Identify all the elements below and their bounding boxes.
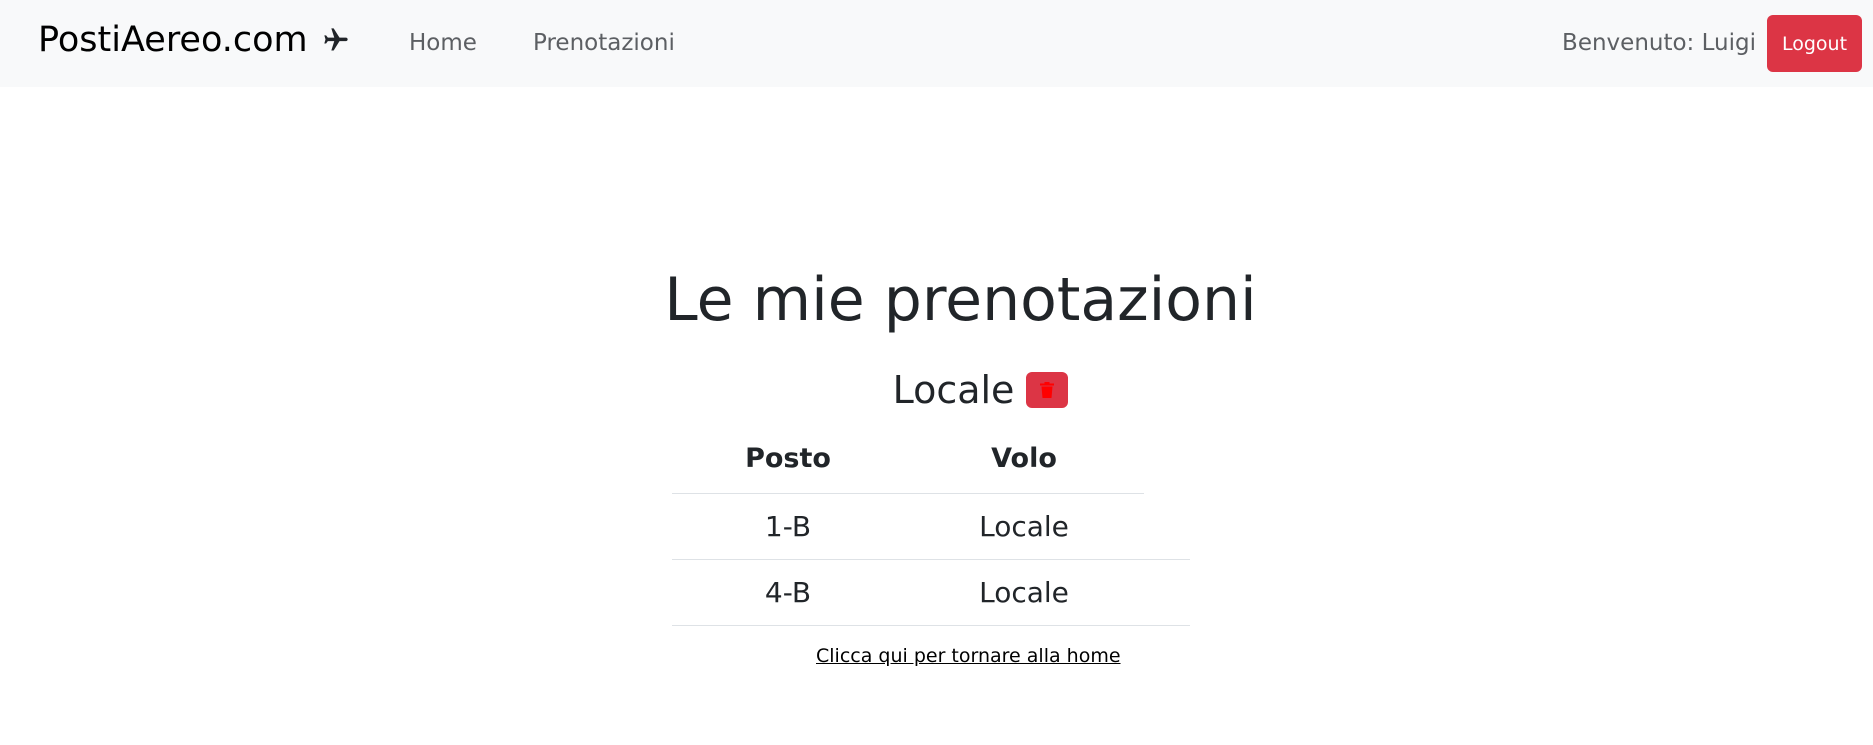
- airplane-icon: [323, 28, 348, 51]
- cell-posto: 4-B: [672, 559, 904, 626]
- cell-posto: 1-B: [672, 493, 904, 560]
- back-home-link[interactable]: Clicca qui per tornare alla home: [816, 645, 1121, 667]
- header-volo: Volo: [904, 425, 1144, 494]
- trash-icon: [1040, 382, 1055, 398]
- cell-volo: Locale: [904, 493, 1144, 560]
- bookings-table: Posto Volo 1-B Locale 4-B Locale: [672, 425, 1190, 626]
- welcome-text: Benvenuto: Luigi: [1562, 30, 1756, 56]
- brand-name: PostiAereo.com: [38, 20, 308, 60]
- header-posto: Posto: [672, 425, 904, 494]
- header-spacer: [1144, 425, 1190, 493]
- table-row: 4-B Locale: [672, 559, 1190, 626]
- top-navbar: PostiAereo.com Home Prenotazioni Benvenu…: [0, 0, 1873, 87]
- nav-prenotazioni-link[interactable]: Prenotazioni: [533, 30, 675, 56]
- nav-home-link[interactable]: Home: [409, 30, 477, 56]
- main-content: Le mie prenotazioni Locale Posto Volo 1-…: [0, 265, 1873, 667]
- brand-link[interactable]: PostiAereo.com: [38, 20, 350, 60]
- table-row: 1-B Locale: [672, 493, 1190, 560]
- section-title: Locale: [892, 368, 1015, 412]
- cell-spacer: [1144, 559, 1190, 626]
- cell-volo: Locale: [904, 559, 1144, 626]
- table-header-row: Posto Volo: [672, 425, 1190, 494]
- delete-button[interactable]: [1026, 372, 1069, 408]
- booking-section-header: Locale: [0, 368, 1873, 412]
- page-title: Le mie prenotazioni: [664, 265, 1257, 335]
- logout-button[interactable]: Logout: [1767, 15, 1862, 72]
- cell-spacer: [1144, 493, 1190, 560]
